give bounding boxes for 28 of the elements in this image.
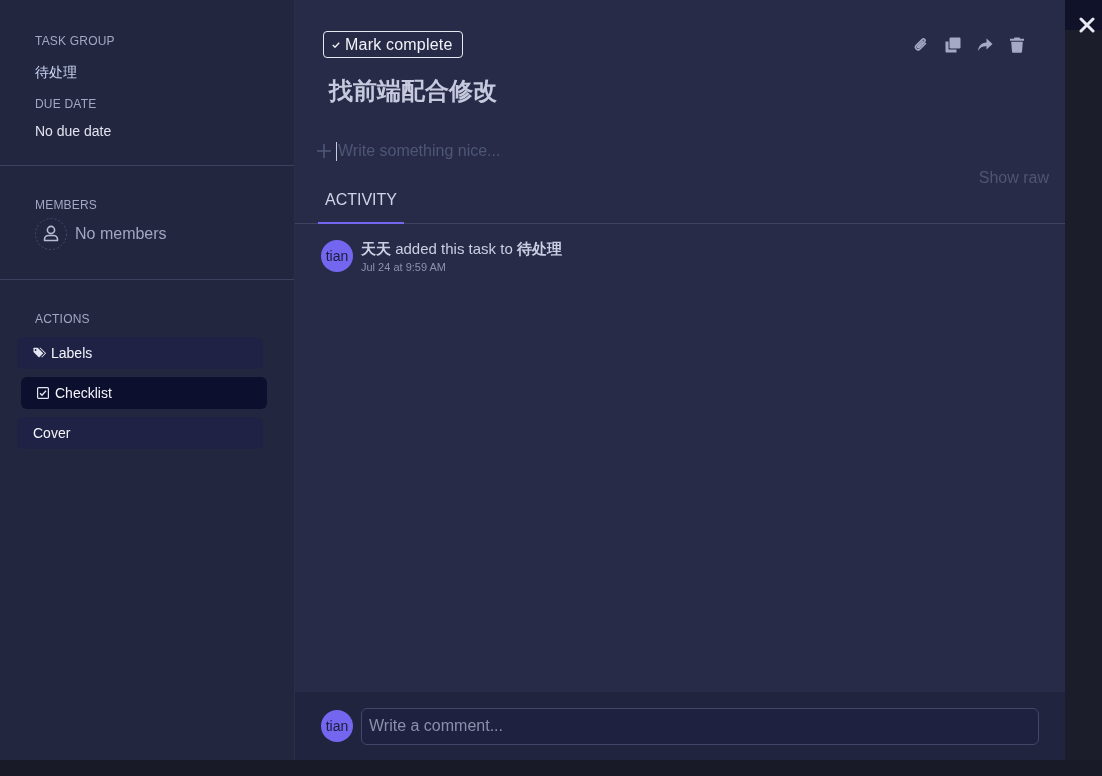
section-label: DUE DATE	[35, 96, 98, 112]
section-label: MEMBERS	[35, 197, 99, 213]
checklist-button[interactable]: Checklist	[21, 377, 267, 409]
user-icon[interactable]	[35, 218, 67, 250]
share-icon[interactable]	[977, 36, 993, 53]
check-icon	[332, 41, 340, 48]
user-avatar: tian	[321, 240, 353, 272]
activity-tab[interactable]: ACTIVITY	[318, 188, 404, 224]
text-cursor	[336, 141, 337, 161]
activity-time: Jul 24 at 9:59 AM	[361, 260, 447, 274]
copy-icon[interactable]	[945, 36, 961, 53]
action-button[interactable]: Cover	[17, 417, 263, 449]
activity-text: 天天 added this task to 待处理	[361, 240, 562, 258]
members-value: No members	[75, 224, 167, 244]
labels-button[interactable]: Labels	[17, 337, 263, 369]
user-avatar: tian	[321, 710, 353, 742]
task-group-value: 待处理	[35, 63, 78, 82]
trash-icon[interactable]	[1009, 36, 1025, 53]
close-icon[interactable]	[1079, 17, 1095, 33]
checkbox-icon	[37, 387, 49, 399]
comment-field[interactable]: Write a comment...	[361, 707, 1039, 745]
due-date-value: No due date	[35, 122, 113, 141]
section-label: TASK GROUP	[35, 33, 116, 49]
paperclip-icon[interactable]	[913, 36, 929, 53]
task-title: 找前端配合修改	[329, 76, 498, 106]
tag-icon	[33, 347, 47, 359]
mark-complete-button[interactable]: Mark complete	[323, 31, 463, 58]
section-label: ACTIONS	[35, 311, 91, 327]
